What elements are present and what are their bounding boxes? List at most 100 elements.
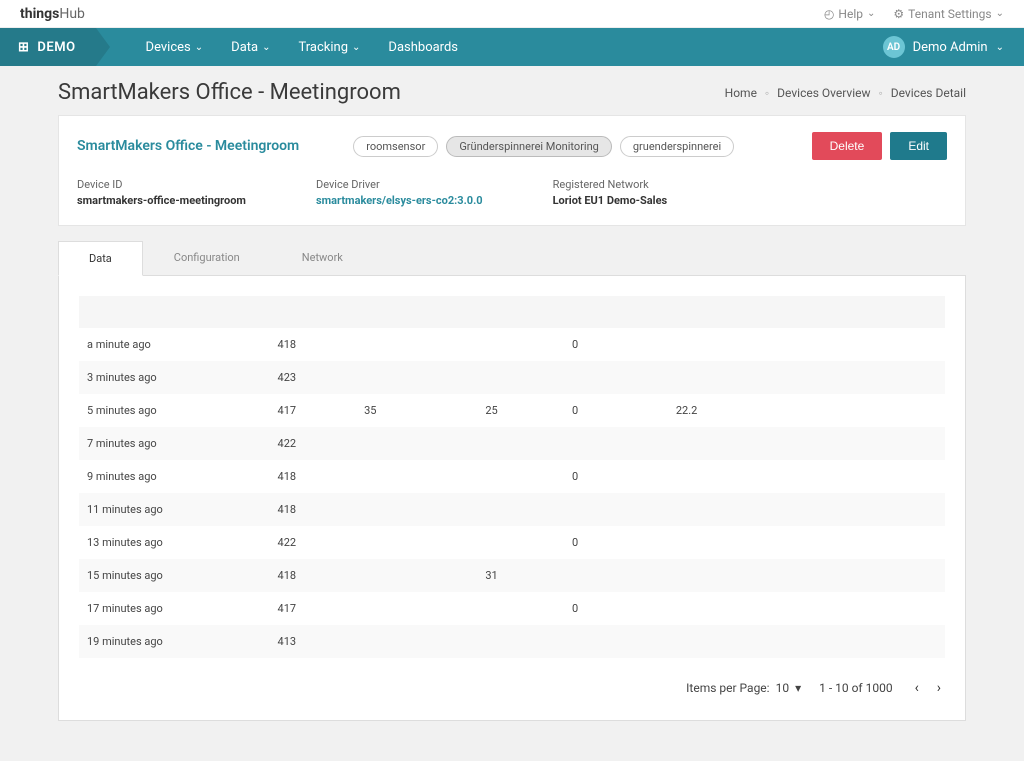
cell [356, 526, 477, 559]
table-row: 19 minutes ago413 [79, 625, 945, 658]
table-row: 13 minutes ago422 0 [79, 526, 945, 559]
cell: 418 [270, 328, 357, 361]
user-name: Demo Admin [913, 40, 988, 55]
cell: 422 [270, 526, 357, 559]
items-per-page-label: Items per Page: [686, 681, 769, 695]
device-id-value: smartmakers-office-meetingroom [77, 194, 246, 207]
cell [356, 625, 477, 658]
nav-devices[interactable]: Devices ⌄ [146, 40, 204, 55]
table-row: 5 minutes ago4173525022.2 [79, 394, 945, 427]
device-title: SmartMakers Office - Meetingroom [77, 138, 299, 154]
cell: 422 [270, 427, 357, 460]
nav-item-label: Devices [146, 40, 191, 55]
nav-dashboards[interactable]: Dashboards [388, 40, 458, 55]
table-row: 15 minutes ago41831 [79, 559, 945, 592]
brand-bold: things [20, 6, 59, 22]
table-row: 17 minutes ago4170 [79, 592, 945, 625]
nav-item-label: Dashboards [388, 40, 458, 55]
avatar: AD [883, 36, 905, 58]
nav-item-label: Tracking [298, 40, 348, 55]
cell: 418 [270, 460, 357, 493]
cell [668, 526, 772, 559]
items-per-page-value[interactable]: 10 [776, 681, 790, 695]
help-icon: ◴ [824, 7, 834, 21]
cell: 3 minutes ago [79, 361, 270, 394]
cell [356, 361, 477, 394]
cell [668, 361, 772, 394]
data-table: a minute ago41803 minutes ago4235 minute… [79, 296, 945, 658]
network-value: Loriot EU1 Demo-Sales [553, 194, 668, 207]
cell: 13 minutes ago [79, 526, 270, 559]
table-row: 11 minutes ago418 [79, 493, 945, 526]
cell: 0 [564, 592, 668, 625]
cell [356, 427, 477, 460]
device-driver-value[interactable]: smartmakers/elsys-ers-co2:3.0.0 [316, 194, 483, 207]
workspace-label: DEMO [37, 40, 75, 55]
cell: 0 [564, 526, 668, 559]
cell [564, 493, 668, 526]
pager-range: 1 - 10 of 1000 [819, 681, 892, 695]
caret-down-icon[interactable]: ▾ [795, 681, 801, 695]
cell [356, 592, 477, 625]
cell [477, 625, 564, 658]
nav-data[interactable]: Data⌄ [231, 40, 270, 55]
cell [477, 592, 564, 625]
brand-light: Hub [59, 6, 85, 22]
cell: 413 [270, 625, 357, 658]
cell: 25 [477, 394, 564, 427]
cell [477, 328, 564, 361]
cell: 0 [564, 394, 668, 427]
tab-data[interactable]: Data [58, 241, 143, 276]
cell [668, 592, 772, 625]
cell [668, 427, 772, 460]
cell: 5 minutes ago [79, 394, 270, 427]
breadcrumb-sep: ◦ [879, 86, 883, 100]
tenant-label: Tenant Settings [908, 7, 991, 21]
cell [477, 460, 564, 493]
delete-button[interactable]: Delete [812, 132, 883, 160]
breadcrumb-item[interactable]: Home [725, 86, 757, 100]
network-label: Registered Network [553, 178, 668, 191]
cell [477, 361, 564, 394]
cell: a minute ago [79, 328, 270, 361]
cell: 0 [564, 328, 668, 361]
cell [564, 559, 668, 592]
table-row: 7 minutes ago422 [79, 427, 945, 460]
cell: 423 [270, 361, 357, 394]
tag[interactable]: gruenderspinnerei [620, 136, 734, 157]
chevron-down-icon: ⌄ [262, 42, 270, 53]
cell: 15 minutes ago [79, 559, 270, 592]
cell [477, 526, 564, 559]
brand-logo[interactable]: thingsHub [20, 6, 85, 22]
tag[interactable]: roomsensor [353, 136, 438, 157]
table-row: a minute ago418 0 [79, 328, 945, 361]
edit-button[interactable]: Edit [890, 132, 947, 160]
cell: 11 minutes ago [79, 493, 270, 526]
page-title: SmartMakers Office - Meetingroom [58, 80, 401, 105]
breadcrumb-item[interactable]: Devices Overview [777, 86, 870, 100]
breadcrumb: Home ◦ Devices Overview ◦ Devices Detail [725, 86, 966, 100]
cell [356, 559, 477, 592]
tab-network[interactable]: Network [271, 240, 374, 275]
nav-tracking[interactable]: Tracking ⌄ [298, 40, 360, 55]
cell [356, 460, 477, 493]
chevron-down-icon: ⌄ [195, 42, 203, 53]
pager-next[interactable]: › [933, 676, 945, 700]
tag[interactable]: Gründerspinnerei Monitoring [446, 136, 612, 157]
cell [564, 427, 668, 460]
tenant-settings-menu[interactable]: ⚙ Tenant Settings ⌄ [893, 7, 1004, 21]
tab-configuration[interactable]: Configuration [143, 240, 271, 275]
table-row: 3 minutes ago423 [79, 361, 945, 394]
user-menu[interactable]: AD Demo Admin ⌄ [883, 36, 1004, 58]
gear-icon: ⚙ [893, 7, 904, 21]
chevron-down-icon: ⌄ [352, 42, 360, 53]
cell: 0 [564, 460, 668, 493]
cell: 417 [270, 394, 357, 427]
cell: 417 [270, 592, 357, 625]
pager-prev[interactable]: ‹ [911, 676, 923, 700]
workspace-selector[interactable]: ⊞ DEMO [0, 28, 96, 66]
help-menu[interactable]: ◴ Help ⌄ [824, 7, 875, 21]
device-driver-label: Device Driver [316, 178, 483, 191]
grid-icon: ⊞ [18, 40, 29, 55]
cell: 22.2 [668, 394, 772, 427]
